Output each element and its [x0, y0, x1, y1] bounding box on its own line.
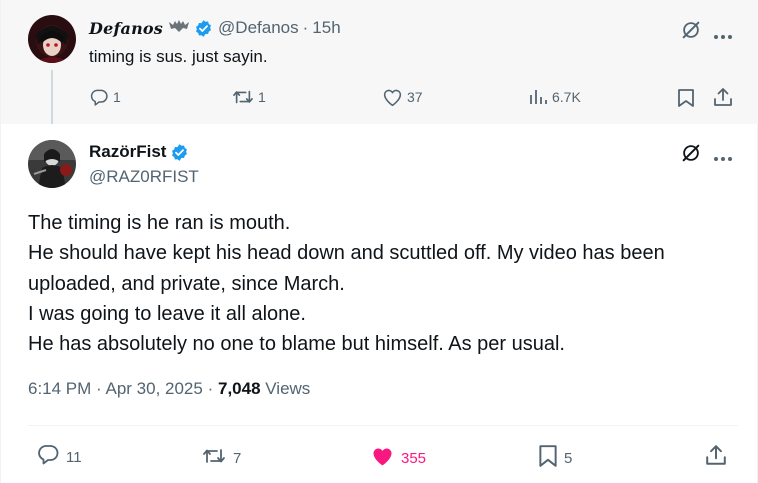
repost-icon	[201, 445, 227, 471]
dot-separator: ·	[302, 18, 309, 37]
more-icon[interactable]	[713, 27, 733, 45]
like-icon	[382, 87, 403, 107]
main-display-name[interactable]: RazörFist	[89, 142, 166, 162]
reply-likes-count: 37	[407, 89, 423, 105]
bookmarks-count: 5	[564, 449, 573, 467]
main-header: RazörFist	[89, 142, 189, 162]
reply-replies-count: 1	[113, 89, 121, 105]
more-icon[interactable]	[713, 149, 733, 167]
reply-like-button[interactable]: 37	[382, 87, 423, 107]
replies-count: 11	[66, 448, 82, 466]
bookmark-icon	[677, 89, 695, 112]
tweet-line: uploaded, and private, since March.	[28, 272, 345, 295]
reply-reply-button[interactable]: 1	[89, 87, 121, 107]
reply-share-button[interactable]	[713, 87, 733, 112]
divider	[28, 425, 738, 426]
verified-badge-icon[interactable]	[194, 19, 213, 38]
bookmark-button[interactable]: 5	[538, 444, 572, 472]
views-label: Views	[265, 379, 311, 398]
bookmark-icon	[538, 444, 558, 472]
reply-text: timing is sus. just sayin.	[89, 47, 268, 66]
reply-icon	[36, 444, 60, 470]
grok-icon[interactable]	[680, 19, 702, 46]
main-handle[interactable]: @RAZ0RFIST	[89, 167, 199, 187]
repost-button[interactable]: 7	[201, 445, 241, 471]
reply-time[interactable]: 15h	[312, 18, 340, 38]
avatar-defanos[interactable]	[28, 15, 76, 63]
reply-header: Defanos @Defanos · 15h	[89, 18, 341, 38]
reposts-count: 7	[233, 449, 242, 467]
share-icon	[713, 88, 733, 111]
tweet-line: I was going to leave it all alone.	[28, 302, 306, 325]
tweet-line: He should have kept his head down and sc…	[28, 242, 665, 265]
tweet-meta: 6:14 PM · Apr 30, 2025 · 7,048 Views	[28, 379, 310, 399]
reply-display-name[interactable]: Defanos	[89, 19, 163, 38]
share-icon	[705, 445, 727, 470]
grok-icon[interactable]	[680, 142, 702, 169]
reply-button[interactable]: 11	[36, 444, 82, 470]
views-icon	[528, 87, 548, 107]
thread-line	[51, 70, 53, 124]
main-tweet-text: The timing is he ran is mouth. He should…	[28, 208, 738, 359]
avatar-razorfist[interactable]	[28, 140, 76, 188]
tweet-line: The timing is he ran is mouth.	[28, 212, 291, 234]
tweet-detail: Defanos @Defanos · 15h timing is sus. ju…	[0, 0, 758, 483]
likes-count: 355	[401, 449, 427, 467]
reply-views-count: 6.7K	[552, 89, 581, 105]
bat-emblem-icon	[168, 19, 190, 38]
like-icon	[370, 445, 395, 471]
views-count: 7,048	[217, 379, 261, 398]
reply-handle[interactable]: @Defanos	[218, 18, 299, 38]
reply-bookmark-button[interactable]	[677, 88, 695, 113]
verified-badge-icon[interactable]	[170, 143, 189, 162]
reply-reposts-count: 1	[258, 89, 266, 105]
like-button[interactable]: 355	[370, 445, 426, 471]
repost-icon	[232, 87, 254, 107]
share-button[interactable]	[705, 444, 727, 471]
reply-views-button[interactable]: 6.7K	[528, 87, 581, 107]
reply-repost-button[interactable]: 1	[232, 87, 266, 107]
parent-reply[interactable]: Defanos @Defanos · 15h timing is sus. ju…	[1, 0, 758, 124]
tweet-timestamp[interactable]: 6:14 PM · Apr 30, 2025	[28, 379, 203, 398]
reply-icon	[89, 87, 109, 107]
tweet-line: He has absolutely no one to blame but hi…	[28, 333, 565, 356]
dot-separator: ·	[207, 379, 214, 398]
